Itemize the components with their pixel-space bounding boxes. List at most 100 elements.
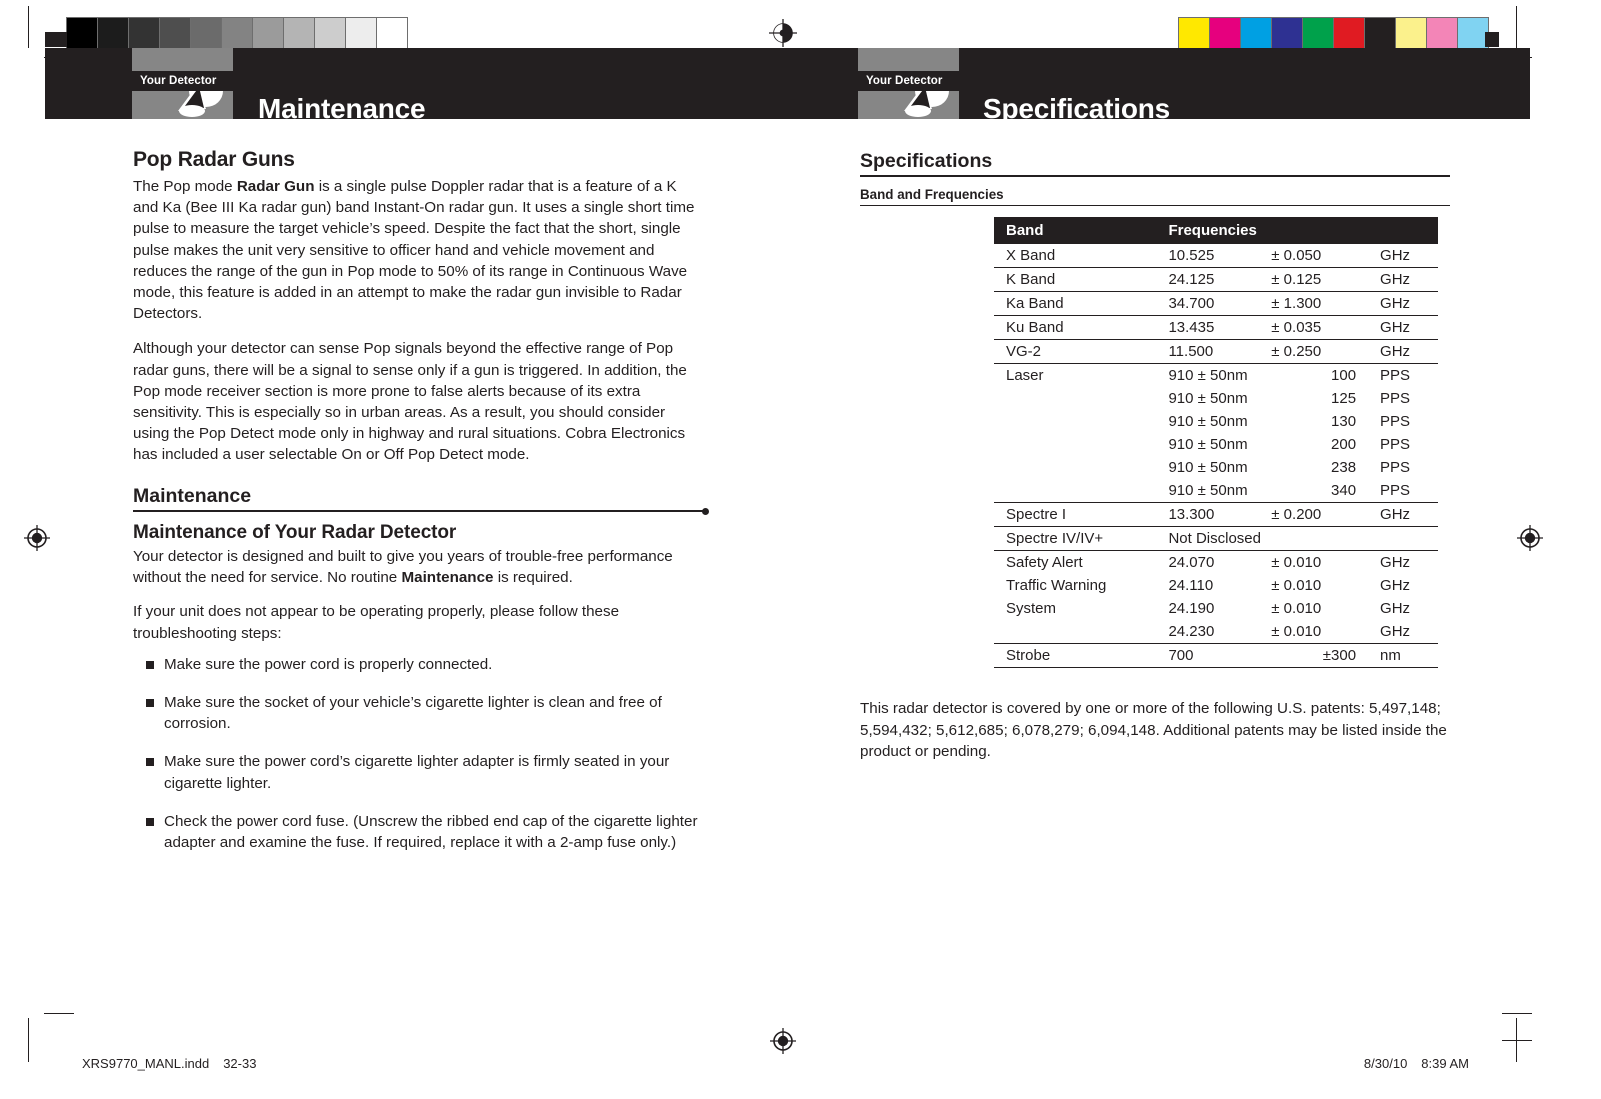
cell-tolerance: ± 0.125 bbox=[1271, 267, 1381, 292]
table-row: Strobe 700 ±300 nm bbox=[994, 643, 1438, 668]
specifications-table: Band Frequencies X Band 10.525 ± 0.050 GHz K… bbox=[994, 217, 1438, 668]
cell-unit: nm bbox=[1380, 643, 1438, 668]
heading-specifications-label: Specifications bbox=[860, 150, 993, 172]
cell-unit: PPS bbox=[1380, 459, 1411, 476]
cell-value: 24.190 bbox=[1168, 600, 1215, 617]
cell-value: 10.525 bbox=[1168, 244, 1272, 268]
cell-tolerance: 238 bbox=[1331, 459, 1357, 476]
cell-unit: GHz bbox=[1380, 315, 1438, 340]
table-row: Spectre IV/IV+ Not Disclosed bbox=[994, 526, 1438, 551]
list-item: Make sure the power cord’s cigarette lig… bbox=[133, 751, 705, 793]
cell-band: Traffic Warning bbox=[1006, 577, 1107, 594]
bullet-square-icon bbox=[146, 660, 154, 669]
cell-band bbox=[994, 410, 1168, 433]
column-header-frequencies: Frequencies bbox=[1168, 217, 1438, 244]
table-caption-band-and-frequencies: Band and Frequencies bbox=[860, 187, 1450, 206]
cell-tolerance: ± 0.250 bbox=[1271, 339, 1381, 364]
cell-tolerance: 130 bbox=[1331, 413, 1357, 430]
heading-specifications: Specifications bbox=[860, 150, 1450, 177]
cell-value: 13.435 bbox=[1168, 315, 1272, 340]
cell-value: 910 ± 50nm bbox=[1168, 459, 1248, 476]
table-row: System 24.190 ± 0.010 GHz bbox=[994, 597, 1438, 620]
cell-band bbox=[994, 387, 1168, 410]
cell-value: 700 bbox=[1168, 643, 1272, 668]
cell-unit: GHz bbox=[1380, 577, 1411, 594]
cell-tolerance: 100 bbox=[1331, 367, 1357, 384]
list-item-text: Check the power cord fuse. (Unscrew the … bbox=[164, 812, 698, 852]
cell-unit: GHz bbox=[1380, 600, 1411, 617]
list-item-text: Make sure the socket of your vehicle’s c… bbox=[164, 694, 662, 733]
header-tab-label-right: Your Detector bbox=[858, 71, 959, 91]
cell-tolerance: ± 0.010 bbox=[1271, 577, 1322, 594]
cell-unit: PPS bbox=[1380, 479, 1438, 503]
cell-value: 910 ± 50nm bbox=[1168, 390, 1248, 407]
table-row: 910 ± 50nm 125 PPS bbox=[994, 387, 1438, 410]
cell-unit: PPS bbox=[1380, 367, 1411, 384]
cell-tolerance: ± 0.010 bbox=[1271, 600, 1322, 617]
cell-band: Laser bbox=[1006, 367, 1044, 384]
cell-tolerance: 125 bbox=[1331, 390, 1357, 407]
imprint-timestamp: 8/30/10 8:39 AM bbox=[1364, 1056, 1469, 1071]
paragraph-pop-radar-1: The Pop mode Radar Gun is a single pulse… bbox=[133, 178, 695, 323]
paragraph-maintenance-1: Your detector is designed and built to g… bbox=[133, 548, 673, 587]
table-row: 24.230 ± 0.010 GHz bbox=[994, 620, 1438, 644]
table-row: 910 ± 50nm 340 PPS bbox=[994, 479, 1438, 503]
cell-band: Strobe bbox=[994, 643, 1169, 668]
cell-tolerance: ± 0.010 bbox=[1271, 554, 1322, 571]
bullet-square-icon bbox=[146, 817, 154, 826]
cell-band: System bbox=[1006, 600, 1057, 617]
heading-maintenance-label: Maintenance bbox=[133, 485, 252, 507]
bullet-square-icon bbox=[146, 699, 154, 708]
cell-band: Spectre IV/IV+ bbox=[994, 526, 1169, 551]
imprint-time: 8:39 AM bbox=[1421, 1056, 1469, 1071]
cell-band: VG-2 bbox=[994, 339, 1169, 364]
cell-unit: GHz bbox=[1380, 502, 1438, 527]
cell-band bbox=[994, 479, 1169, 503]
table-row: K Band 24.125 ± 0.125 GHz bbox=[994, 267, 1438, 292]
heading-rule-end-dot bbox=[702, 508, 709, 515]
cell-unit: GHz bbox=[1380, 291, 1438, 316]
table-header-row: Band Frequencies bbox=[994, 217, 1438, 244]
cell-tolerance: 340 bbox=[1271, 479, 1381, 503]
cell-unit: GHz bbox=[1380, 244, 1438, 268]
cell-value: 910 ± 50nm bbox=[1168, 367, 1248, 384]
table-row: X Band 10.525 ± 0.050 GHz bbox=[994, 244, 1438, 268]
imprint-filename: XRS9770_MANL.indd 32-33 bbox=[82, 1056, 256, 1071]
header-tab-label-left: Your Detector bbox=[132, 71, 233, 91]
cell-value: 11.500 bbox=[1168, 339, 1272, 364]
cell-tolerance: 200 bbox=[1331, 436, 1357, 453]
cell-value: 24.125 bbox=[1168, 267, 1272, 292]
table-body: X Band 10.525 ± 0.050 GHz K Band 24.125 ± 0.12… bbox=[994, 244, 1438, 668]
cell-unit: GHz bbox=[1380, 267, 1438, 292]
patents-notice: This radar detector is covered by one or… bbox=[860, 700, 1447, 760]
cell-band bbox=[994, 433, 1168, 456]
cell-value: 24.110 bbox=[1168, 577, 1214, 594]
bullet-square-icon bbox=[146, 758, 154, 767]
cell-band bbox=[994, 456, 1168, 479]
page-spread: Your Detector Maintenance Your Detector … bbox=[0, 0, 1601, 1099]
table-row: Ka Band 34.700 ± 1.300 GHz bbox=[994, 291, 1438, 316]
table-row: Laser 910 ± 50nm 100 PPS bbox=[994, 364, 1438, 388]
cell-value: 910 ± 50nm bbox=[1168, 479, 1272, 503]
cell-band: Spectre I bbox=[994, 502, 1169, 527]
cell-value: 24.230 bbox=[1168, 620, 1272, 644]
table-row: Traffic Warning 24.110 ± 0.010 GHz bbox=[994, 574, 1438, 597]
heading-maintenance: Maintenance bbox=[133, 485, 709, 515]
table-row: 910 ± 50nm 238 PPS bbox=[994, 456, 1438, 479]
cell-unit: GHz bbox=[1380, 339, 1438, 364]
cell-band: X Band bbox=[994, 244, 1169, 268]
cell-value: 13.300 bbox=[1168, 502, 1272, 527]
paragraph-maintenance-2: If your unit does not appear to be opera… bbox=[133, 603, 620, 642]
table-row: VG-2 11.500 ± 0.250 GHz bbox=[994, 339, 1438, 364]
list-item-text: Make sure the power cord is properly con… bbox=[164, 655, 493, 673]
heading-pop-radar-guns: Pop Radar Guns bbox=[133, 148, 295, 171]
cell-unit: PPS bbox=[1380, 436, 1411, 453]
cell-tolerance: ± 0.035 bbox=[1271, 315, 1381, 340]
cell-tolerance: ± 0.010 bbox=[1271, 620, 1381, 644]
cell-band: Ka Band bbox=[994, 291, 1169, 316]
list-item: Make sure the power cord is properly con… bbox=[133, 654, 705, 675]
paragraph-pop-radar-2: Although your detector can sense Pop sig… bbox=[133, 340, 687, 464]
page-title-right: Specifications bbox=[983, 93, 1171, 124]
column-header-band: Band bbox=[994, 217, 1169, 244]
cell-tolerance: ± 0.200 bbox=[1271, 502, 1381, 527]
